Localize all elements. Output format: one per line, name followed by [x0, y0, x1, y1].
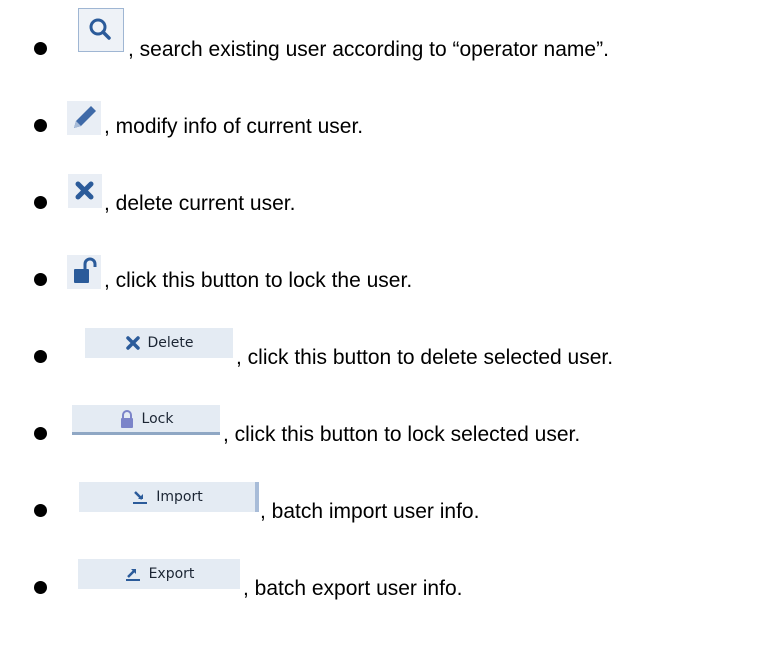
pencil-icon [74, 106, 96, 128]
export-icon [125, 569, 140, 581]
button-label: Export [148, 566, 195, 582]
bullet [34, 427, 47, 440]
list-item: , search existing user according to “ope… [0, 0, 770, 61]
item-text: , modify info of current user. [104, 115, 364, 138]
button-label: Lock [141, 410, 174, 427]
unlock-icon [74, 257, 97, 283]
bullet [34, 504, 47, 517]
bullet [34, 42, 47, 55]
list-item: Export , batch export user info. [0, 539, 770, 600]
item-text: , batch export user info. [243, 577, 463, 600]
search-icon [89, 18, 111, 40]
import-button[interactable]: Import [79, 482, 259, 512]
item-text: , click this button to lock the user. [104, 269, 413, 292]
close-icon [75, 181, 94, 200]
list-item: , click this button to lock the user. [0, 231, 770, 292]
bullet [34, 350, 47, 363]
export-button[interactable]: Export [78, 559, 240, 589]
lock-icon [120, 409, 133, 428]
list-item: Import , batch import user info. [0, 462, 770, 523]
search-button[interactable] [78, 8, 124, 52]
bullet [34, 581, 47, 594]
list-item: , modify info of current user. [0, 77, 770, 138]
item-text: , batch import user info. [260, 500, 480, 523]
close-icon [125, 336, 140, 350]
list-item: Delete , click this button to delete sel… [0, 308, 770, 369]
lock-button[interactable]: Lock [72, 405, 220, 435]
delete-button[interactable]: Delete [85, 328, 233, 358]
bullet [34, 273, 47, 286]
import-icon [133, 491, 148, 504]
button-label: Delete [147, 335, 194, 351]
button-label: Import [156, 489, 203, 505]
list-item: , delete current user. [0, 154, 770, 215]
item-text: , click this button to delete selected u… [236, 346, 614, 369]
edit-button[interactable] [67, 101, 101, 135]
item-text: , search existing user according to “ope… [128, 38, 609, 61]
lock-user-button[interactable] [67, 255, 101, 289]
bullet [34, 119, 47, 132]
item-text: , click this button to lock selected use… [223, 423, 581, 446]
bullet [34, 196, 47, 209]
delete-icon-button[interactable] [68, 174, 102, 208]
item-text: , delete current user. [104, 192, 296, 215]
list-item: Lock , click this button to lock selecte… [0, 385, 770, 446]
